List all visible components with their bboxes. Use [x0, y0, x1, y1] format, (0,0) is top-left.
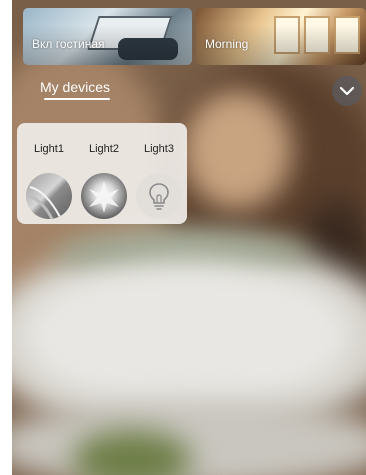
- tab-underline: [44, 98, 110, 100]
- device-label: Light3: [144, 143, 174, 155]
- scene-card-living-room[interactable]: Вкл гостиная: [23, 8, 192, 65]
- background-image: [12, 0, 366, 475]
- device-light1-button[interactable]: [26, 173, 72, 219]
- device-light2-button[interactable]: [81, 173, 127, 219]
- collapse-button[interactable]: [332, 76, 362, 106]
- screen: Вкл гостиная Morning My devices Light1 L…: [0, 0, 366, 475]
- device-image: [89, 181, 119, 213]
- scene-label: Вкл гостиная: [32, 37, 105, 51]
- lightbulb-icon: [149, 183, 169, 210]
- scene-label: Morning: [205, 37, 249, 51]
- device-image: [26, 186, 61, 219]
- device-label: Light1: [34, 143, 64, 155]
- device-light3-button[interactable]: [136, 173, 182, 219]
- devices-panel: Light1 Light2 Light3: [17, 123, 187, 224]
- scene-card-morning[interactable]: Morning: [196, 8, 366, 65]
- chevron-down-icon: [339, 86, 355, 96]
- device-label: Light2: [89, 143, 119, 155]
- section-title[interactable]: My devices: [40, 79, 110, 95]
